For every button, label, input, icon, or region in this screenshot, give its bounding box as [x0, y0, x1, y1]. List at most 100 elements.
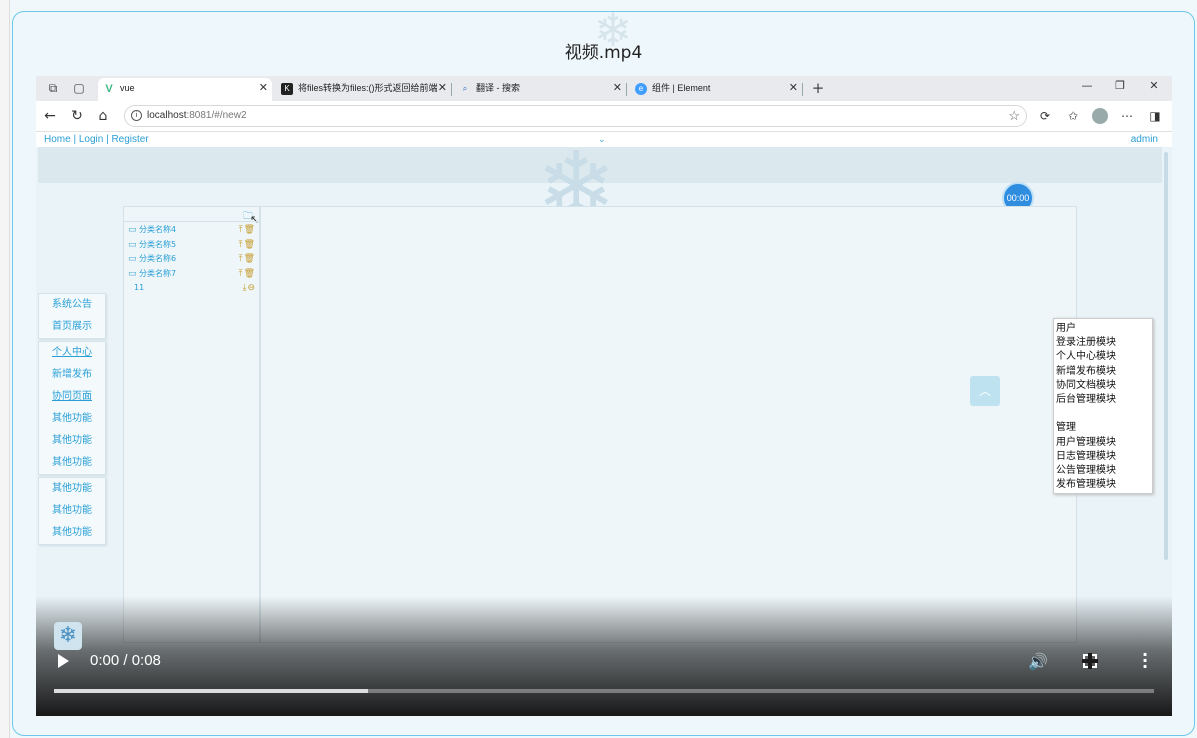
url-field[interactable]: i localhost:8081/#/new2 ☆ [124, 105, 1027, 127]
video-time: 0:00 / 0:08 [90, 652, 161, 669]
note-line: 管理 [1056, 422, 1076, 434]
folder-icon: ▭ [128, 254, 137, 264]
sidebar-item[interactable]: 其他功能 [39, 478, 105, 500]
note-line: 日志管理模块 [1056, 450, 1116, 462]
sidebar-group: 个人中心 新增发布 协同页面 其他功能 其他功能 其他功能 [38, 341, 106, 475]
restore-icon[interactable]: ❐ [1113, 79, 1127, 92]
upload-delete-icons[interactable]: ⤒🗑 [239, 223, 256, 237]
back-to-top-button[interactable]: ︿ [970, 376, 1000, 406]
snowflake-logo-icon: ❄ [54, 622, 82, 650]
note-line: 用户 [1056, 323, 1076, 334]
reload-icon[interactable]: ↻ [69, 108, 85, 124]
profile-avatar[interactable] [1092, 108, 1108, 124]
tree-folder-row[interactable]: ▭ 分类名称7 ⤒🗑 [128, 267, 256, 281]
file-name[interactable]: 11 [134, 283, 144, 292]
sidebar-item[interactable]: 其他功能 [39, 500, 105, 522]
sidebar-item[interactable]: 其他功能 [39, 408, 105, 430]
sidebar-item[interactable]: 其他功能 [39, 522, 105, 544]
sidebar-group: 其他功能 其他功能 其他功能 [38, 477, 106, 545]
sidebar-item[interactable]: 协同页面 [39, 386, 105, 408]
video-title: 视频.mp4 [564, 43, 643, 63]
close-window-icon[interactable]: ✕ [1147, 79, 1161, 92]
minimize-icon[interactable]: — [1080, 79, 1094, 92]
address-bar-row: ← ↻ ⌂ i localhost:8081/#/new2 ☆ ⟳ ✩ ⋯ ◨ [36, 101, 1172, 132]
video-progress-bar[interactable] [54, 689, 1154, 693]
tab-element[interactable]: e 组件 | Element ✕ [630, 78, 803, 101]
nav-links[interactable]: Home | Login | Register [44, 132, 149, 147]
category-tree-panel: 🗀 ↖ ▭ 分类名称4 ⤒🗑 ▭ 分类名称5 ⤒🗑 ▭ 分类名称6 ⤒🗑 ▭ 分类名称7… [123, 206, 260, 643]
close-icon[interactable]: ✕ [789, 78, 798, 99]
play-icon[interactable] [58, 654, 69, 668]
note-line: 个人中心模块 [1056, 351, 1116, 363]
video-player[interactable]: ⧉ ▢ V vue ✕ K 将files转换为files:()形式返回给前端 ✕… [36, 76, 1172, 716]
folder-name[interactable]: 分类名称7 [139, 269, 176, 278]
sidebar: 系统公告 首页展示 个人中心 新增发布 协同页面 其他功能 其他功能 其他功能 … [38, 293, 106, 547]
folder-name[interactable]: 分类名称6 [139, 254, 176, 263]
close-icon[interactable]: ✕ [613, 78, 622, 99]
more-menu-icon[interactable]: ⋯ [1120, 109, 1134, 123]
k-icon: K [281, 83, 293, 95]
vue-icon: V [103, 83, 115, 95]
page-scrollbar[interactable] [1164, 152, 1168, 560]
upload-delete-icons[interactable]: ⤒🗑 [239, 267, 256, 281]
folder-name[interactable]: 分类名称5 [139, 240, 176, 249]
tab-label: 组件 | Element [652, 83, 711, 93]
tab-actions-icon[interactable]: ▢ [72, 81, 86, 95]
favorites-icon[interactable]: ✩ [1066, 109, 1080, 123]
tab-label: 将files转换为files:()形式返回给前端 [298, 83, 438, 93]
module-notes-popup: 用户 登录注册模块 个人中心模块 新增发布模块 协同文档模块 后台管理模块 管理… [1053, 318, 1153, 494]
note-line: 后台管理模块 [1056, 394, 1116, 406]
home-icon[interactable]: ⌂ [95, 108, 111, 124]
site-info-icon[interactable]: i [131, 110, 142, 121]
sidebar-item[interactable]: 其他功能 [39, 452, 105, 474]
note-line: 协同文档模块 [1056, 379, 1116, 391]
tree-folder-row[interactable]: ▭ 分类名称6 ⤒🗑 [128, 252, 256, 266]
tree-folder-row[interactable]: ▭ 分类名称5 ⤒🗑 [128, 238, 256, 252]
folder-icon: ▭ [128, 240, 137, 250]
url-host: localhost [147, 110, 187, 121]
close-icon[interactable]: ✕ [259, 78, 268, 99]
back-icon[interactable]: ← [42, 108, 58, 124]
tab-label: 翻译 - 搜索 [476, 83, 520, 93]
volume-icon[interactable]: 🔊 [1028, 652, 1048, 671]
sidebar-group: 系统公告 首页展示 [38, 293, 106, 339]
folder-name[interactable]: 分类名称4 [139, 225, 176, 234]
tab-label: vue [120, 83, 135, 93]
upload-delete-icons[interactable]: ⤒🗑 [239, 238, 256, 252]
extensions-icon[interactable]: ⟳ [1038, 109, 1052, 123]
workspaces-icon[interactable]: ⧉ [46, 81, 60, 95]
url-path: :8081/#/new2 [186, 110, 247, 121]
tab-files[interactable]: K 将files转换为files:()形式返回给前端 ✕ [276, 78, 452, 101]
upload-delete-icons[interactable]: ⤒🗑 [239, 252, 256, 266]
left-edge-strip [0, 0, 10, 738]
note-line: 公告管理模块 [1056, 465, 1116, 477]
close-icon[interactable]: ✕ [438, 78, 447, 99]
browser-tab-bar: ⧉ ▢ V vue ✕ K 将files转换为files:()形式返回给前端 ✕… [36, 76, 1172, 101]
note-line: 发布管理模块 [1056, 479, 1116, 491]
sidebar-item[interactable]: 新增发布 [39, 364, 105, 386]
note-line: 用户管理模块 [1056, 436, 1116, 448]
sidebar-item[interactable]: 个人中心 [39, 342, 105, 364]
sidebar-item[interactable]: 首页展示 [39, 316, 105, 338]
video-controls-overlay [36, 596, 1172, 716]
favorite-star-icon[interactable]: ☆ [1008, 106, 1020, 126]
download-remove-icons[interactable]: ⤓⊖ [242, 281, 256, 295]
element-icon: e [635, 83, 647, 95]
tree-file-row[interactable]: 11 ⤓⊖ [128, 281, 256, 295]
folder-icon: ▭ [128, 269, 137, 279]
user-name[interactable]: admin [1131, 132, 1158, 147]
new-tab-icon[interactable]: + [811, 81, 825, 96]
tree-folder-row[interactable]: ▭ 分类名称4 ⤒🗑 [128, 223, 256, 237]
sidebar-toggle-icon[interactable]: ◨ [1148, 109, 1162, 123]
note-line: 新增发布模块 [1056, 365, 1116, 377]
sidebar-item[interactable]: 其他功能 [39, 430, 105, 452]
more-options-icon[interactable]: · · · [1141, 647, 1149, 675]
video-progress-fill [54, 689, 368, 693]
folder-icon: ▭ [128, 225, 137, 235]
tab-translate[interactable]: ⌕ 翻译 - 搜索 ✕ [454, 78, 627, 101]
fullscreen-icon[interactable] [1082, 653, 1098, 669]
sidebar-item[interactable]: 系统公告 [39, 294, 105, 316]
tab-vue[interactable]: V vue ✕ [98, 78, 272, 101]
document-editor-panel[interactable] [260, 206, 1077, 643]
note-line [1056, 407, 1150, 421]
